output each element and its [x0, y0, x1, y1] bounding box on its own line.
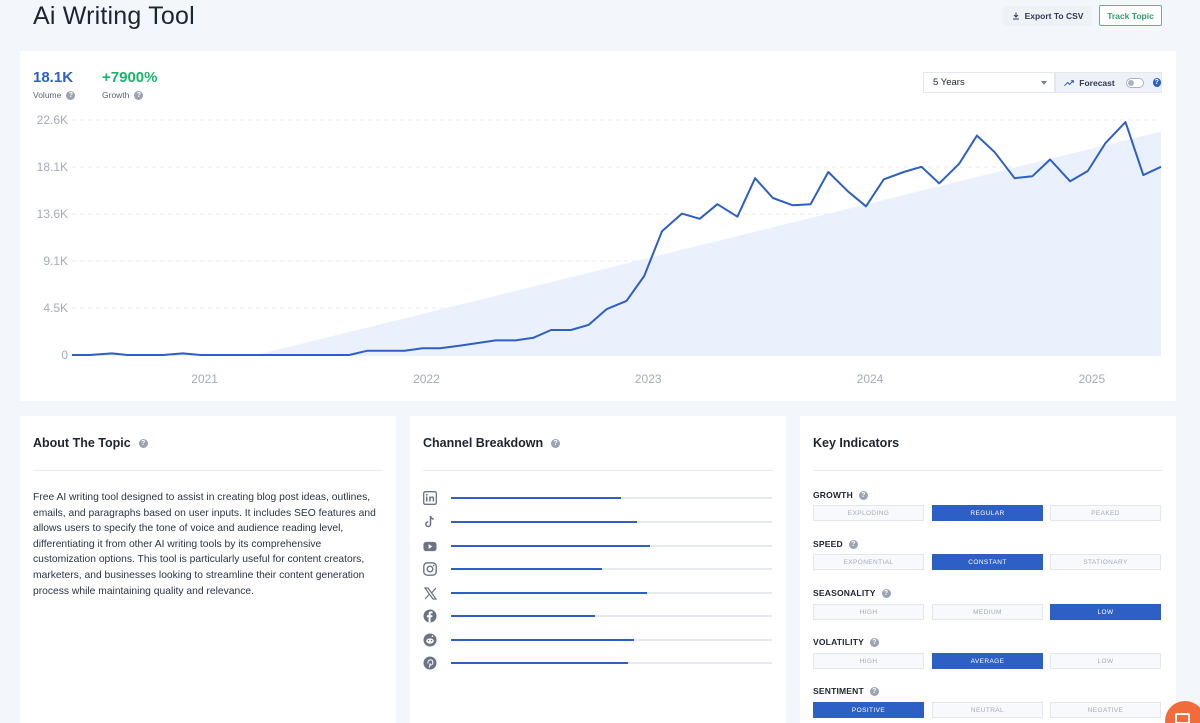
indicator-option: NEGATIVE: [1050, 702, 1161, 718]
channel-row-facebook: [423, 609, 772, 623]
channel-row-reddit: [423, 633, 772, 647]
indicator-label-row: GROWTH?: [813, 490, 868, 500]
indicator-option: STATIONARY: [1050, 554, 1161, 570]
indicator-label: GROWTH: [813, 490, 853, 500]
y-tick-label: 0: [61, 348, 68, 362]
reddit-icon: [423, 633, 437, 647]
channel-bar-track: [451, 662, 772, 664]
page-title: Ai Writing Tool: [33, 2, 195, 30]
trend-band: [256, 131, 1161, 355]
export-csv-label: Export To CSV: [1024, 11, 1084, 21]
channel-bar-fill: [451, 592, 647, 594]
indicator-option: EXPONENTIAL: [813, 554, 924, 570]
indicator-option: MEDIUM: [932, 604, 1043, 620]
channel-bar-fill: [451, 568, 602, 570]
channel-row-x: [423, 586, 772, 600]
download-icon: [1012, 12, 1019, 20]
indicator-label: SENTIMENT: [813, 686, 864, 696]
indicator-option: NEUTRAL: [932, 702, 1043, 718]
indicator-option: REGULAR: [932, 505, 1043, 521]
indicator-label-row: SENTIMENT?: [813, 686, 879, 696]
about-title-row: About The Topic ?: [33, 436, 148, 450]
channel-card: Channel Breakdown ?: [410, 416, 786, 723]
trend-chart: 0 4.5K 9.1K 13.6K 18.1K 22.6K 2021 2022 2023 2024…: [37, 113, 1162, 386]
channel-row-youtube: [423, 539, 772, 553]
y-tick-label: 18.1K: [37, 160, 68, 174]
channel-bar-track: [451, 615, 772, 617]
trend-card: 18.1K Volume ? +7900% Growth ? 5 Years F…: [20, 51, 1176, 401]
indicator-option: LOW: [1050, 653, 1161, 669]
channel-bar-fill: [451, 662, 628, 664]
divider: [423, 470, 773, 471]
indicator-option: HIGH: [813, 653, 924, 669]
x-tick-label: 2021: [191, 372, 218, 386]
indicators-card: Key Indicators GROWTH? EXPLODING REGULAR…: [800, 416, 1176, 723]
about-help-icon[interactable]: ?: [138, 438, 148, 448]
channel-title-row: Channel Breakdown ?: [423, 436, 561, 450]
channel-row-instagram: [423, 562, 772, 576]
indicator-label: VOLATILITY: [813, 637, 864, 647]
indicator-option: LOW: [1050, 604, 1161, 620]
indicator-help-icon[interactable]: ?: [848, 539, 858, 549]
about-text: Free AI writing tool designed to assist …: [33, 492, 376, 597]
indicator-help-icon[interactable]: ?: [869, 637, 879, 647]
channel-title: Channel Breakdown: [423, 436, 544, 450]
tiktok-icon: [423, 515, 437, 529]
y-tick-label: 22.6K: [37, 113, 68, 127]
channel-help-icon[interactable]: ?: [551, 438, 561, 448]
channel-bar-fill: [451, 639, 634, 641]
indicator-label: SEASONALITY: [813, 588, 876, 598]
indicator-label-row: VOLATILITY?: [813, 637, 879, 647]
about-card: About The Topic ? Free AI writing tool d…: [20, 416, 396, 723]
channel-bar-track: [451, 497, 772, 499]
x-tick-label: 2022: [413, 372, 440, 386]
channel-bar-track: [451, 639, 772, 641]
about-title: About The Topic: [33, 436, 131, 450]
indicator-help-icon[interactable]: ?: [881, 588, 891, 598]
indicators-title: Key Indicators: [813, 436, 900, 450]
channel-bar-fill: [451, 615, 596, 617]
linkedin-icon: [423, 491, 437, 505]
indicator-option: POSITIVE: [813, 702, 924, 718]
indicator-option: EXPLODING: [813, 505, 924, 521]
facebook-icon: [423, 609, 437, 623]
channel-row-pinterest: [423, 656, 772, 670]
indicator-help-icon[interactable]: ?: [869, 686, 879, 696]
channel-bar-track: [451, 568, 772, 570]
indicator-label-row: SEASONALITY?: [813, 588, 891, 598]
youtube-icon: [423, 539, 437, 553]
x-tick-label: 2025: [1078, 372, 1105, 386]
channel-bar-track: [451, 592, 772, 594]
channel-bar-track: [451, 545, 772, 547]
channel-bar-fill: [451, 497, 622, 499]
export-csv-button[interactable]: Export To CSV: [1003, 6, 1092, 26]
track-topic-button[interactable]: Track Topic: [1099, 5, 1162, 26]
pinterest-icon: [423, 656, 437, 670]
y-tick-label: 4.5K: [43, 301, 68, 315]
divider: [813, 470, 1163, 471]
channel-row-linkedin: [423, 491, 772, 505]
y-tick-label: 13.6K: [37, 207, 68, 221]
channel-row-tiktok: [423, 515, 772, 529]
indicator-option: AVERAGE: [932, 653, 1043, 669]
chat-icon: [1175, 713, 1190, 723]
x-icon: [423, 586, 437, 600]
indicator-option: CONSTANT: [932, 554, 1043, 570]
x-tick-label: 2023: [635, 372, 662, 386]
indicator-label: SPEED: [813, 539, 843, 549]
indicator-label-row: SPEED?: [813, 539, 858, 549]
y-tick-label: 9.1K: [43, 254, 68, 268]
indicator-option: HIGH: [813, 604, 924, 620]
x-tick-label: 2024: [857, 372, 884, 386]
instagram-icon: [423, 562, 437, 576]
indicator-help-icon[interactable]: ?: [858, 490, 868, 500]
indicator-option: PEAKED: [1050, 505, 1161, 521]
channel-bar-fill: [451, 545, 651, 547]
divider: [33, 470, 383, 471]
channel-bar-track: [451, 521, 772, 523]
channel-bar-fill: [451, 521, 638, 523]
